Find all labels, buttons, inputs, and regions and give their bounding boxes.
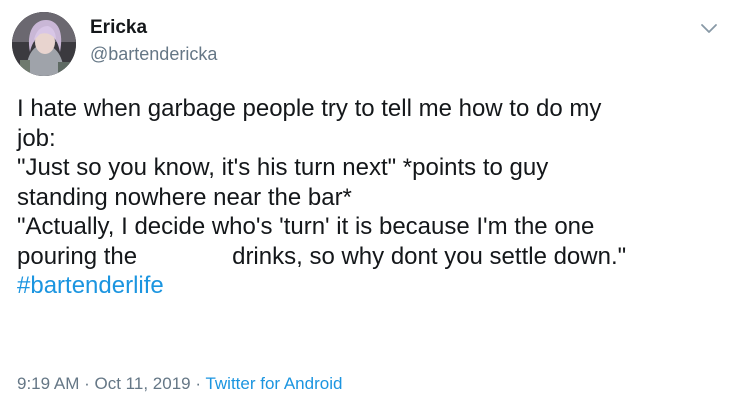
- avatar-image: [12, 12, 76, 76]
- tweet-source-link[interactable]: Twitter for Android: [205, 374, 342, 393]
- author-handle[interactable]: @bartendericka: [90, 42, 217, 66]
- tweet-text-line: "Just so you know, it's his turn next" *…: [17, 154, 549, 181]
- meta-separator: ·: [84, 374, 90, 393]
- hashtag-link[interactable]: #bartenderlife: [17, 272, 164, 299]
- avatar[interactable]: [12, 12, 76, 76]
- tweet-text-fragment: drinks, so why dont you settle down.": [232, 242, 627, 270]
- chevron-down-icon[interactable]: [699, 18, 719, 38]
- tweet-text-line: job:: [17, 124, 56, 152]
- tweet-text-line: I hate when garbage people try to tell m…: [17, 95, 602, 122]
- tweet-text-fragment: pouring the: [17, 242, 138, 270]
- tweet-text: I hate when garbage people try to tell m…: [17, 94, 717, 301]
- tweet-text-line: pouring the drinks, so why dont you settl…: [17, 242, 717, 272]
- tweet-time[interactable]: 9:19 AM: [17, 374, 79, 393]
- tweet-text-line: "Actually, I decide who's 'turn' it is b…: [17, 213, 595, 240]
- tweet-text-line: standing nowhere near the bar*: [17, 183, 352, 211]
- meta-separator: ·: [195, 374, 202, 393]
- tweet-date[interactable]: Oct 11, 2019: [95, 374, 191, 393]
- tweet-card: Ericka @bartendericka I hate when garbag…: [0, 0, 737, 415]
- tweet-hashtag-line: #bartenderlife: [17, 271, 717, 301]
- tweet-meta: 9:19 AM · Oct 11, 2019 · Twitter for And…: [17, 373, 342, 395]
- author-name[interactable]: Ericka: [90, 16, 147, 40]
